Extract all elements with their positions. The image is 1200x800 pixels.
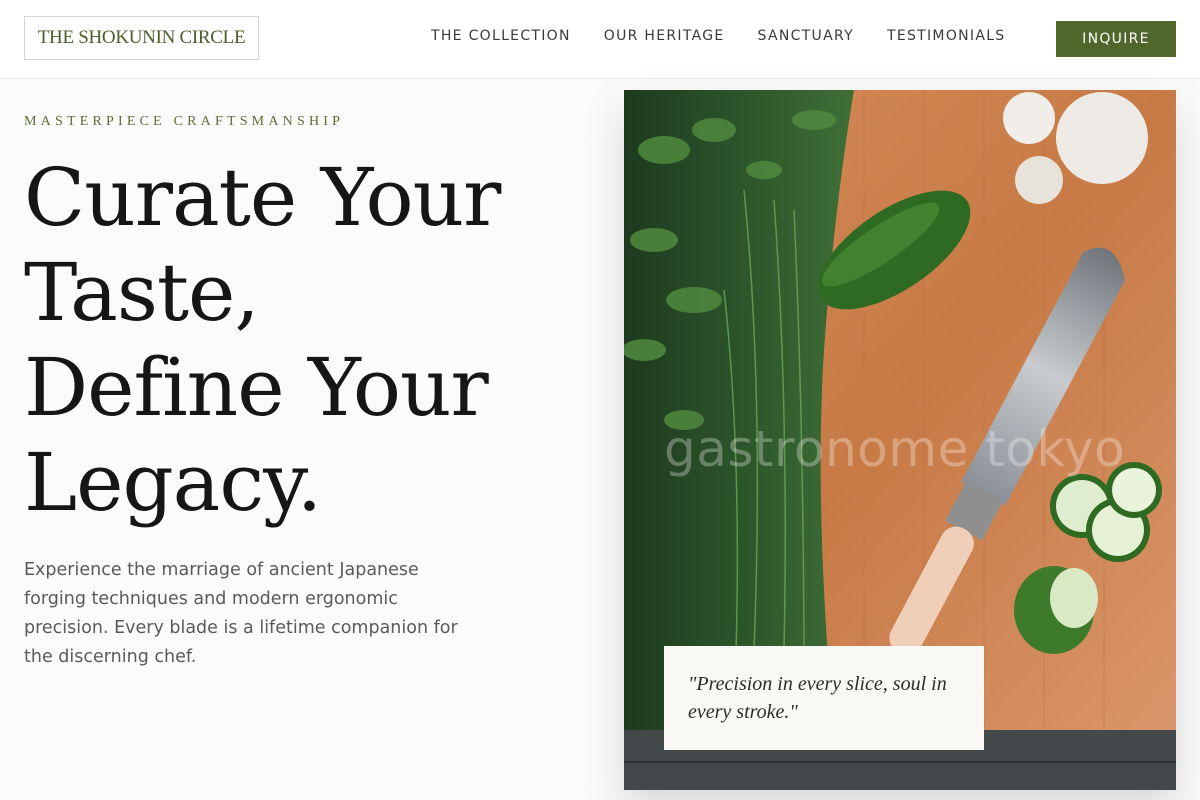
headline-line: Taste, [24,246,260,339]
headline-line: Legacy. [24,436,322,529]
hero-eyebrow: MASTERPIECE CRAFTSMANSHIP [24,114,345,129]
quote-card: "Precision in every slice, soul in every… [664,646,984,750]
hero-description: Experience the marriage of ancient Japan… [24,560,458,667]
inquire-button[interactable]: INQUIRE [1056,21,1176,57]
headline-line: Curate Your [24,151,501,244]
hero-headline: Curate Your Taste, Define Your Legacy. [24,150,584,530]
nav-link-sanctuary[interactable]: SANCTUARY [758,28,854,44]
nav-link-collection[interactable]: THE COLLECTION [431,28,571,44]
headline-line: Define Your [24,341,489,434]
watermark-text: gastronome tokyo [664,420,1126,478]
nav-link-heritage[interactable]: OUR HERITAGE [604,28,725,44]
hero-image: gastronome tokyo "Precision in every sli… [624,90,1176,790]
nav-link-testimonials[interactable]: TESTIMONIALS [887,28,1006,44]
top-nav-bar: THE SHOKUNIN CIRCLE THE COLLECTION OUR H… [0,0,1200,79]
main-nav: THE COLLECTION OUR HERITAGE SANCTUARY TE… [431,28,1006,44]
brand-logo[interactable]: THE SHOKUNIN CIRCLE [24,16,259,60]
